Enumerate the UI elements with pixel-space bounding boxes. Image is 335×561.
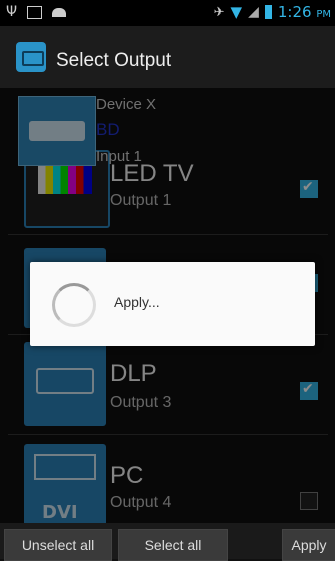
mute-icon: ✈ bbox=[213, 4, 225, 20]
select-all-button[interactable]: Select all bbox=[118, 529, 228, 561]
bottom-bar: Unselect all Select all Apply bbox=[0, 523, 335, 561]
signal-icon: ◢ bbox=[248, 4, 259, 20]
unselect-all-button[interactable]: Unselect all bbox=[4, 529, 112, 561]
loading-spinner-icon bbox=[52, 283, 96, 327]
action-bar: Select Output bbox=[0, 26, 335, 90]
android-icon bbox=[52, 7, 67, 17]
progress-dialog: Apply... bbox=[30, 262, 315, 346]
page-title: Select Output bbox=[56, 50, 172, 71]
clock: 1:26 PM bbox=[277, 3, 331, 21]
battery-icon bbox=[264, 5, 272, 19]
status-bar: Ψ ✈ ▼ ◢ 1:26 PM bbox=[0, 0, 335, 26]
app-icon[interactable] bbox=[16, 42, 46, 72]
wifi-icon: ▼ bbox=[230, 3, 243, 21]
usb-icon: Ψ bbox=[6, 4, 18, 20]
apply-button[interactable]: Apply bbox=[282, 529, 335, 561]
dialog-message: Apply... bbox=[114, 294, 160, 310]
image-notification-icon bbox=[27, 5, 43, 19]
